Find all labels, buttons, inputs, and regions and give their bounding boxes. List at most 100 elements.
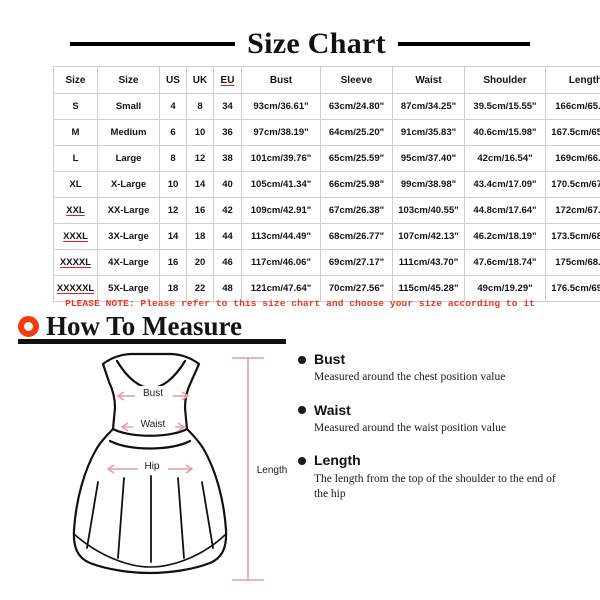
table-cell-us: 6 [159, 119, 187, 146]
measure-item-bust-description: Measured around the chest position value [314, 371, 506, 384]
table-cell-shoulder: 47.6cm/18.74" [464, 249, 546, 276]
table-cell-waist: 99cm/38.98" [392, 171, 465, 198]
measure-item-waist-description: Measured around the waist position value [314, 422, 506, 435]
table-cell-bust: 113cm/44.49" [241, 223, 321, 250]
table-cell-waist: 87cm/34.25" [392, 93, 465, 120]
table-cell-name: X-Large [97, 171, 160, 198]
table-cell-length: 167.5cm/65.94" [545, 119, 600, 146]
table-cell-uk: 18 [186, 223, 214, 250]
page-title: Size Chart [247, 27, 386, 60]
table-header-row: Size Size US UK EU Bust Sleeve Waist Sho… [53, 66, 600, 94]
measure-item-waist-head: Waist [298, 402, 588, 418]
title-rule-right [397, 42, 530, 46]
table-cell-code-label: XXXL [63, 231, 88, 242]
table-cell-waist: 111cm/43.70" [392, 249, 465, 276]
measure-item-length: Length The length from the top of the sh… [298, 452, 588, 502]
table-cell-shoulder: 43.4cm/17.09" [464, 171, 546, 198]
table-cell-name: 4X-Large [97, 249, 160, 276]
table-cell-waist: 103cm/40.55" [392, 197, 465, 224]
table-cell-name: Large [97, 145, 160, 172]
measure-item-length-head: Length [298, 452, 588, 469]
table-cell-shoulder: 44.8cm/17.64" [464, 197, 546, 224]
table-cell-uk: 10 [186, 119, 214, 146]
table-cell-bust: 93cm/36.61" [241, 93, 321, 120]
table-cell-sleeve: 64cm/25.20" [320, 119, 393, 146]
table-cell-name: XX-Large [97, 197, 160, 224]
table-row: XXXXL 4X-Large 16 20 46 117cm/46.06" 69cm/27.1… [53, 249, 600, 276]
table-cell-code: XXL [53, 197, 98, 224]
table-cell-us: 16 [159, 249, 187, 276]
table-cell-us: 4 [159, 93, 187, 120]
table-cell-bust: 101cm/39.76" [241, 145, 321, 172]
table-cell-eu: 38 [213, 145, 242, 172]
table-cell-code: XL [53, 171, 98, 198]
table-row: XL X-Large 10 14 40 105cm/41.34" 66cm/25.98" 99… [53, 171, 600, 198]
label-hip: Hip [144, 461, 159, 472]
measure-item-bust-head: Bust [298, 351, 588, 367]
page-title-row: Size Chart [0, 24, 600, 64]
table-cell-eu: 40 [213, 171, 242, 198]
measure-item-bust: Bust Measured around the chest position … [298, 351, 588, 386]
table-row: XXL XX-Large 12 16 42 109cm/42.91" 67cm/26.38"… [53, 197, 600, 224]
table-cell-us: 10 [159, 171, 187, 198]
how-to-measure-title: How To Measure [46, 311, 243, 341]
table-cell-eu: 42 [213, 197, 242, 224]
table-row: M Medium 6 10 36 97cm/38.19" 64cm/25.20" 91cm/3… [53, 119, 600, 146]
table-cell-length: 172cm/67.72" [545, 197, 600, 224]
table-cell-length: 170.5cm/67.13" [545, 171, 600, 198]
table-cell-uk: 16 [186, 197, 214, 224]
table-cell-shoulder: 46.2cm/18.19" [464, 223, 546, 250]
column-header-size-code: Size [53, 66, 98, 94]
table-cell-shoulder: 39.5cm/15.55" [464, 93, 546, 120]
table-cell-bust: 109cm/42.91" [241, 197, 321, 224]
table-cell-code-label: XXXXXL [56, 283, 95, 294]
table-cell-sleeve: 67cm/26.38" [320, 197, 393, 224]
table-cell-code: XXXXL [53, 249, 98, 276]
column-header-eu-label: EU [220, 74, 235, 86]
table-cell-sleeve: 63cm/24.80" [320, 93, 393, 120]
table-cell-code: M [53, 119, 98, 146]
measure-item-length-description: The length from the top of the shoulder … [314, 472, 556, 501]
table-cell-us: 12 [159, 197, 187, 224]
table-cell-code-label: XXL [66, 205, 85, 216]
size-table: Size Size US UK EU Bust Sleeve Waist Sho… [53, 66, 600, 302]
table-cell-length: 169cm/66.54" [545, 145, 600, 172]
table-cell-us: 14 [159, 223, 187, 250]
table-cell-eu: 46 [213, 249, 242, 276]
column-header-us: US [159, 66, 187, 94]
table-cell-sleeve: 68cm/26.77" [320, 223, 393, 250]
table-cell-length: 175cm/68.90" [545, 249, 600, 276]
title-rule-left [70, 42, 236, 46]
table-cell-waist: 107cm/42.13" [392, 223, 465, 250]
size-table-wrapper: Size Size US UK EU Bust Sleeve Waist Sho… [53, 66, 600, 302]
column-header-waist: Waist [392, 66, 465, 94]
table-cell-eu: 36 [213, 119, 242, 146]
table-cell-waist: 95cm/37.40" [392, 145, 465, 172]
table-cell-name: Medium [97, 119, 160, 146]
label-length: Length [257, 465, 288, 476]
column-header-shoulder: Shoulder [464, 66, 546, 94]
ring-icon [18, 316, 39, 337]
table-cell-code: XXXL [53, 223, 98, 250]
table-cell-sleeve: 69cm/27.17" [320, 249, 393, 276]
table-cell-code-label: XXXXL [59, 257, 92, 268]
bullet-dot-icon [298, 457, 306, 466]
column-header-length: Length [545, 66, 600, 94]
table-row: S Small 4 8 34 93cm/36.61" 63cm/24.80" 87cm/34.… [53, 93, 600, 120]
bullet-dot-icon [298, 406, 306, 415]
table-cell-us: 8 [159, 145, 187, 172]
measure-item-length-label: Length [314, 452, 361, 469]
measure-item-bust-label: Bust [314, 351, 346, 367]
table-cell-uk: 8 [186, 93, 214, 120]
table-row: XXXL 3X-Large 14 18 44 113cm/44.49" 68cm/26.77… [53, 223, 600, 250]
size-chart-page: Size Chart Size Size US UK EU Bust Sleev… [0, 0, 600, 600]
how-to-measure-heading: How To Measure [18, 313, 242, 340]
bullet-dot-icon [298, 355, 306, 364]
column-header-eu: EU [213, 66, 242, 94]
table-cell-code: L [53, 145, 98, 172]
table-cell-eu: 44 [213, 223, 242, 250]
label-waist: Waist [141, 419, 166, 430]
table-cell-length: 173.5cm/68.31" [545, 223, 600, 250]
how-to-measure-underline [18, 339, 286, 344]
measure-instruction-list: Bust Measured around the chest position … [298, 351, 588, 519]
